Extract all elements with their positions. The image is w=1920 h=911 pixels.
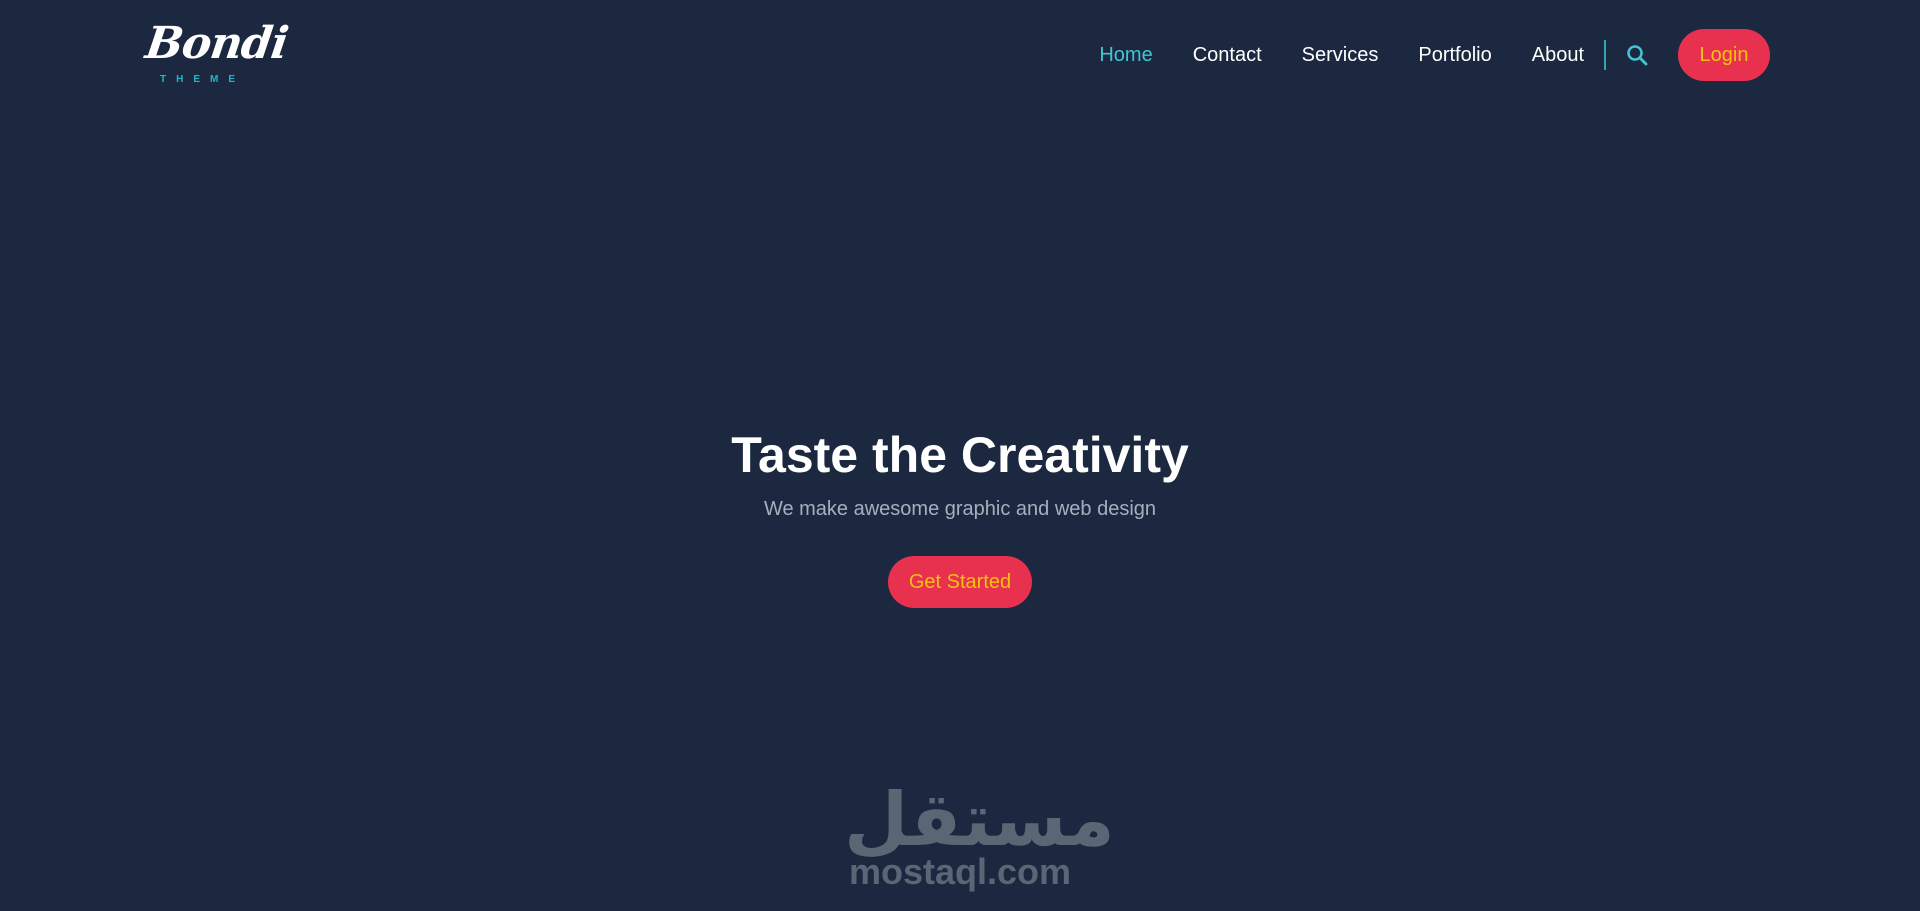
nav-services[interactable]: Services	[1302, 29, 1379, 81]
watermark-domain: mostaql.com	[848, 851, 1072, 892]
hero-section: Taste the Creativity We make awesome gra…	[0, 420, 1920, 608]
watermark-arabic: مستقل	[844, 777, 1115, 863]
hero-subtitle: We make awesome graphic and web design	[763, 498, 1157, 520]
main-nav: Home Contact Services Portfolio About Lo…	[1099, 29, 1770, 81]
login-button[interactable]: Login	[1678, 29, 1770, 81]
nav-divider	[1604, 40, 1606, 70]
site-header: Bondi THEME Home Contact Services Portfo…	[0, 0, 1920, 110]
nav-about[interactable]: About	[1532, 29, 1584, 81]
watermark: مستقل mostaql.com	[844, 777, 1115, 892]
logo[interactable]: Bondi THEME	[142, 18, 290, 88]
nav-home[interactable]: Home	[1099, 29, 1152, 81]
logo-tagline: THEME	[160, 74, 245, 85]
search-icon[interactable]	[1626, 44, 1648, 66]
hero-title: Taste the Creativity	[731, 427, 1189, 483]
get-started-button[interactable]: Get Started	[888, 556, 1032, 608]
nav-portfolio[interactable]: Portfolio	[1418, 29, 1491, 81]
logo-wordmark: Bondi	[142, 18, 291, 69]
nav-contact[interactable]: Contact	[1193, 29, 1262, 81]
